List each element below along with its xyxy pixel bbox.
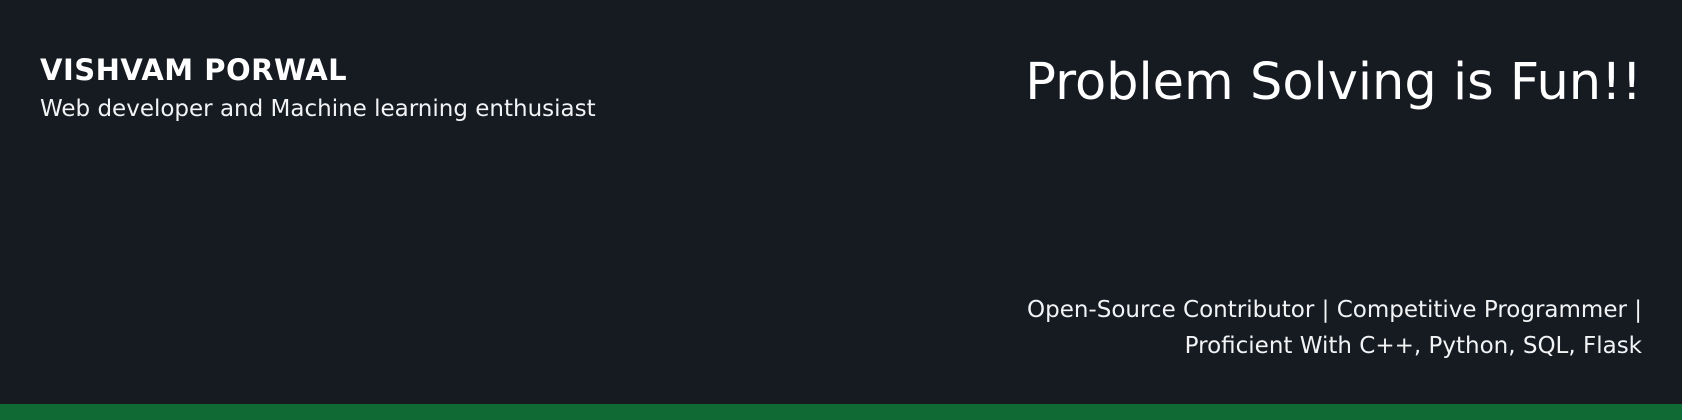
bio-line-roles: Open-Source Contributor | Competitive Pr… — [1027, 297, 1642, 323]
profile-identity: VISHVAM PORWAL Web developer and Machine… — [40, 50, 596, 126]
banner-headline: Problem Solving is Fun!! — [1025, 53, 1642, 112]
profile-tagline: Web developer and Machine learning enthu… — [40, 96, 596, 122]
bio-line-skills: Proficient With C++, Python, SQL, Flask — [1184, 333, 1642, 359]
profile-name: VISHVAM PORWAL — [40, 53, 348, 87]
accent-bar — [0, 404, 1682, 420]
profile-banner: VISHVAM PORWAL Web developer and Machine… — [0, 0, 1682, 420]
profile-bio: Open-Source Contributor | Competitive Pr… — [1027, 292, 1642, 364]
